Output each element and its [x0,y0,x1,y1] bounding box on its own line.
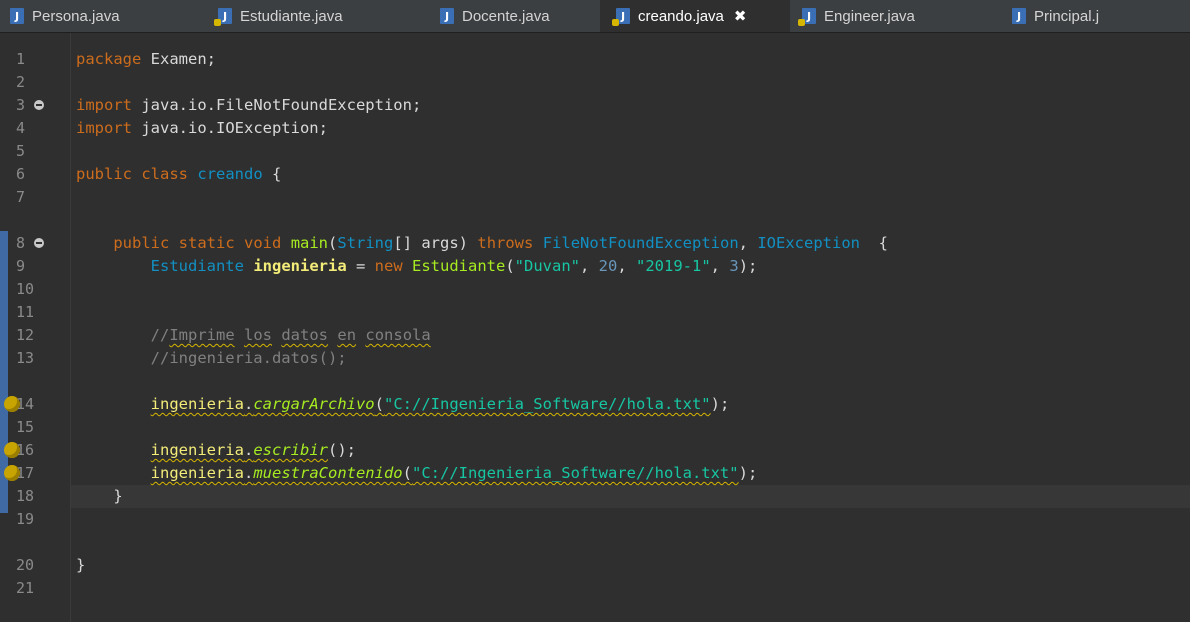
close-tab-icon[interactable]: ✖ [734,7,747,25]
line-number: 2 [16,73,26,91]
code-editor[interactable]: 1 2 3 4 5 6 7 8 9 10 11 12 13 14 15 16 1… [0,33,1190,622]
line-number: 9 [16,257,26,275]
fold-collapse-icon[interactable] [34,100,44,110]
gutter-divider [70,33,71,622]
java-file-warning-icon: J [798,8,816,26]
overview-ruler [0,33,8,622]
code-line: ingenieria.cargarArchivo("C://Ingenieria… [150,395,730,413]
tab-principal[interactable]: J Principal.j [1000,0,1190,32]
code-line: import java.io.FileNotFoundException; [76,96,422,114]
line-number: 8 [8,232,70,255]
line-number: 13 [16,349,35,367]
line-number: 14 [4,393,70,416]
line-number: 12 [16,326,35,344]
line-number: 11 [16,303,35,321]
line-number: 17 [4,462,70,485]
line-number: 20 [16,556,35,574]
tab-label: creando.java [638,7,724,25]
tab-creando[interactable]: J creando.java ✖ [600,0,790,32]
tab-label: Estudiante.java [240,7,343,25]
tab-label: Docente.java [462,7,550,25]
code-line: //Imprime los datos en consola [150,326,431,344]
line-number: 6 [16,165,26,183]
tab-label: Principal.j [1034,7,1100,25]
code-line: import java.io.IOException; [76,119,328,137]
line-number: 4 [16,119,26,137]
java-file-warning-icon: J [214,8,232,26]
line-number: 1 [16,50,26,68]
line-number-gutter: 1 2 3 4 5 6 7 8 9 10 11 12 13 14 15 16 1… [4,33,70,622]
code-line: public static void main(String[] args) t… [76,234,888,252]
code-line: } [76,487,123,505]
eclipse-editor-window: J Persona.java J Estudiante.java J Docen… [0,0,1190,622]
tab-label: Engineer.java [824,7,915,25]
line-number: 15 [16,418,35,436]
line-number: 5 [16,142,26,160]
line-number: 10 [16,280,35,298]
java-file-warning-icon: J [612,8,630,26]
code-line: //ingenieria.datos(); [150,349,347,367]
code-line: public class creando { [76,165,282,183]
java-file-icon: J [440,8,454,24]
tab-persona[interactable]: J Persona.java [0,0,154,32]
line-number: 19 [16,510,35,528]
tab-label: Persona.java [32,7,120,25]
code-line: Estudiante ingenieria = new Estudiante("… [150,257,758,275]
tab-docente[interactable]: J Docente.java [384,0,600,32]
line-number: 7 [16,188,26,206]
java-file-icon: J [1012,8,1026,24]
code-text-area[interactable]: package Examen; import java.io.FileNotFo… [76,33,1186,622]
code-line: ingenieria.muestraContenido("C://Ingenie… [150,464,758,482]
editor-tab-bar: J Persona.java J Estudiante.java J Docen… [0,0,1190,33]
fold-collapse-icon[interactable] [34,238,44,248]
code-line: } [76,556,86,574]
java-file-icon: J [10,8,24,24]
code-line: ingenieria.escribir(); [150,441,356,459]
line-number: 21 [16,579,35,597]
code-line: package Examen; [76,50,216,68]
tab-engineer[interactable]: J Engineer.java [790,0,1000,32]
line-number: 3 [8,94,70,117]
line-number: 18 [16,487,35,505]
tab-estudiante[interactable]: J Estudiante.java [154,0,384,32]
line-number: 16 [4,439,70,462]
